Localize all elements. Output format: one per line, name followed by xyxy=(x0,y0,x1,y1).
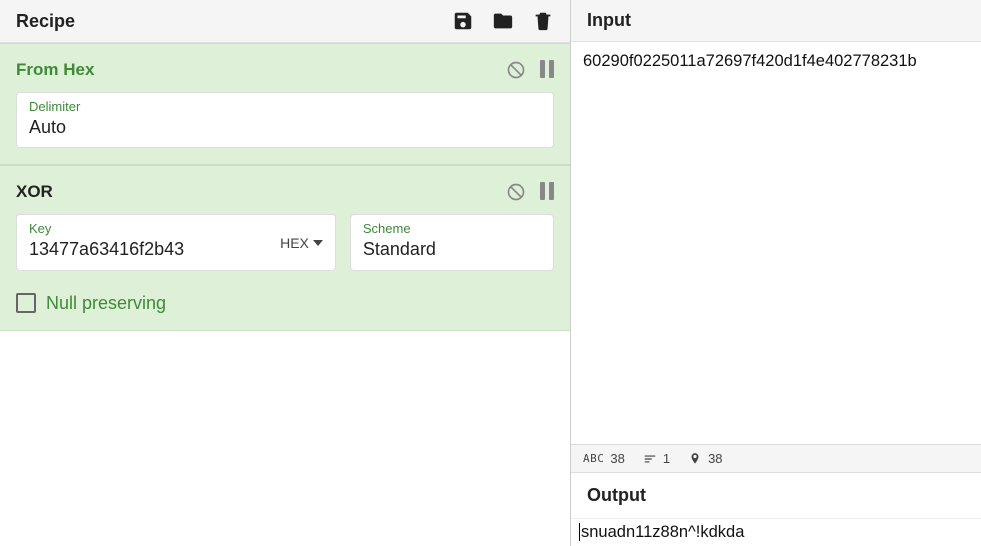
status-pos: 38 xyxy=(688,451,722,466)
scheme-value: Standard xyxy=(363,238,541,261)
null-preserving-label: Null preserving xyxy=(46,293,166,314)
input-header: Input xyxy=(571,0,981,42)
recipe-header: Recipe xyxy=(0,0,570,43)
key-label: Key xyxy=(29,221,280,236)
input-status-bar: ABC 38 1 38 xyxy=(571,444,981,473)
checkbox-icon xyxy=(16,293,36,313)
pause-icon[interactable] xyxy=(540,60,554,80)
delimiter-value: Auto xyxy=(29,116,541,139)
delimiter-field[interactable]: Delimiter Auto xyxy=(16,92,554,148)
operation-from-hex: From Hex Delimiter Auto xyxy=(0,43,570,165)
disable-icon[interactable] xyxy=(506,60,526,80)
abc-icon: ABC xyxy=(583,452,604,465)
input-title: Input xyxy=(587,10,631,31)
input-textarea[interactable]: 60290f0225011a72697f420d1f4e402778231b xyxy=(571,42,981,444)
recipe-panel: Recipe From Hex Delimiter xyxy=(0,0,571,546)
status-lines-value: 1 xyxy=(663,451,670,466)
folder-icon[interactable] xyxy=(492,10,514,32)
scheme-label: Scheme xyxy=(363,221,541,236)
key-value: 13477a63416f2b43 xyxy=(29,238,280,261)
status-chars: ABC 38 xyxy=(583,451,625,466)
pin-icon xyxy=(688,452,702,466)
null-preserving-checkbox[interactable]: Null preserving xyxy=(16,293,554,314)
io-panel: Input 60290f0225011a72697f420d1f4e402778… xyxy=(571,0,981,546)
status-lines: 1 xyxy=(643,451,670,466)
input-value: 60290f0225011a72697f420d1f4e402778231b xyxy=(583,52,917,70)
key-type-value: HEX xyxy=(280,235,309,251)
operation-title: XOR xyxy=(16,182,53,202)
text-cursor xyxy=(579,523,580,541)
output-textarea[interactable]: snuadn11z88n^!kdkda xyxy=(571,518,981,546)
key-type-dropdown[interactable]: HEX xyxy=(280,235,323,251)
pause-icon[interactable] xyxy=(540,182,554,202)
status-chars-value: 38 xyxy=(610,451,624,466)
delimiter-label: Delimiter xyxy=(29,99,541,114)
trash-icon[interactable] xyxy=(532,10,554,32)
output-value: snuadn11z88n^!kdkda xyxy=(581,523,744,541)
scheme-field[interactable]: Scheme Standard xyxy=(350,214,554,270)
lines-icon xyxy=(643,452,657,466)
disable-icon[interactable] xyxy=(506,182,526,202)
chevron-down-icon xyxy=(313,238,323,248)
recipe-header-actions xyxy=(452,10,554,32)
operation-title: From Hex xyxy=(16,60,94,80)
operation-xor: XOR Key 13477a63416f2b43 HEX xyxy=(0,165,570,330)
output-title: Output xyxy=(571,473,981,518)
recipe-title: Recipe xyxy=(16,11,75,32)
key-field[interactable]: Key 13477a63416f2b43 HEX xyxy=(16,214,336,270)
status-pos-value: 38 xyxy=(708,451,722,466)
save-icon[interactable] xyxy=(452,10,474,32)
